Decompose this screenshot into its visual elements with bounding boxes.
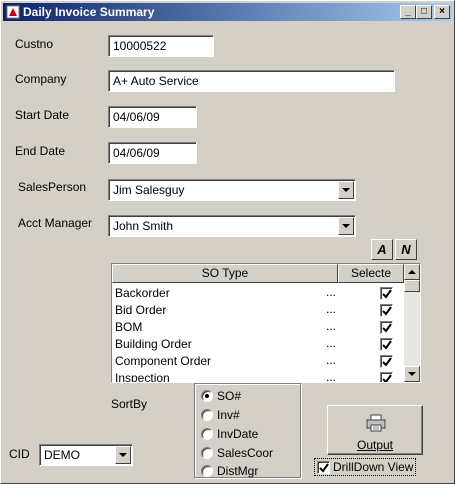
ellipsis-button[interactable]: ... [326, 285, 336, 299]
table-row[interactable]: Component Order ... [113, 353, 405, 370]
so-type-name: Backorder [115, 286, 170, 300]
ellipsis-button[interactable]: ... [326, 319, 336, 333]
so-type-name: Component Order [115, 354, 212, 368]
sortby-option-label: InvDate [217, 427, 259, 441]
so-type-name: Inspection [115, 371, 170, 383]
cid-select[interactable]: DEMO [39, 444, 133, 466]
sortby-option-label: SO# [217, 389, 242, 403]
radio-button[interactable] [201, 428, 213, 440]
scroll-down-button[interactable] [404, 366, 420, 382]
end-date-field[interactable]: 04/06/09 [108, 142, 197, 164]
company-value: A+ Auto Service [113, 74, 199, 88]
custno-field[interactable]: 10000522 [108, 35, 214, 57]
acct-manager-value: John Smith [113, 219, 174, 233]
custno-label: Custno [15, 37, 54, 51]
chevron-down-icon [119, 453, 127, 457]
so-type-name: Building Order [115, 337, 192, 351]
grid-scrollbar[interactable] [404, 264, 420, 382]
ellipsis-button[interactable]: ... [326, 353, 336, 367]
start-date-value: 04/06/09 [113, 110, 160, 124]
sortby-label: SortBy [111, 397, 148, 411]
drilldown-view-label: DrillDown View [333, 460, 414, 474]
column-header-selected[interactable]: Selecte [338, 264, 404, 283]
end-date-label: End Date [15, 144, 66, 158]
scroll-thumb[interactable] [404, 280, 420, 292]
radio-button[interactable] [201, 409, 213, 421]
select-all-button[interactable]: A [371, 239, 393, 260]
maximize-button[interactable]: □ [416, 5, 432, 19]
cid-dropdown-button[interactable] [115, 446, 131, 464]
checkmark-icon [382, 306, 392, 316]
output-button-label: Output [356, 438, 394, 452]
table-row[interactable]: Bid Order ... [113, 302, 405, 319]
table-row[interactable]: Inspection ... [113, 370, 405, 383]
so-type-grid[interactable]: SO Type Selecte Backorder ... Bid Order … [111, 263, 421, 383]
daily-invoice-summary-window: Daily Invoice Summary _ □ × Custno 10000… [0, 0, 455, 484]
title-bar[interactable]: Daily Invoice Summary _ □ × [3, 3, 452, 21]
chevron-down-icon [342, 188, 350, 192]
salesperson-dropdown-button[interactable] [338, 181, 354, 199]
table-row[interactable]: Building Order ... [113, 336, 405, 353]
checkmark-icon [382, 323, 392, 333]
output-button[interactable]: Output [327, 405, 423, 455]
acct-manager-select[interactable]: John Smith [108, 215, 356, 237]
printer-icon [366, 414, 386, 435]
checkmark-icon [382, 289, 392, 299]
ellipsis-button[interactable]: ... [326, 302, 336, 316]
checkmark-icon [382, 340, 392, 350]
radio-button[interactable] [201, 465, 213, 477]
window-title: Daily Invoice Summary [23, 5, 155, 19]
radio-button-selected[interactable] [201, 390, 213, 402]
radio-button[interactable] [201, 447, 213, 459]
acct-manager-dropdown-button[interactable] [338, 217, 354, 235]
cid-value: DEMO [44, 448, 80, 462]
select-none-button[interactable]: N [395, 239, 417, 260]
table-row[interactable]: BOM ... [113, 319, 405, 336]
sortby-option-label: SalesCoor [217, 446, 274, 460]
checkbox[interactable] [317, 461, 330, 474]
selected-checkbox[interactable] [380, 321, 393, 334]
selected-checkbox[interactable] [380, 304, 393, 317]
chevron-down-icon [342, 224, 350, 228]
sortby-option-label: Inv# [217, 408, 240, 422]
salesperson-label: SalesPerson [18, 180, 87, 194]
company-label: Company [15, 72, 67, 86]
cid-label: CID [9, 447, 30, 461]
ellipsis-button[interactable]: ... [326, 370, 336, 382]
checkmark-icon [382, 357, 392, 367]
column-header-so-type[interactable]: SO Type [112, 264, 338, 283]
selected-checkbox[interactable] [380, 287, 393, 300]
checkmark-icon [382, 374, 392, 382]
so-type-name: BOM [115, 320, 143, 334]
salesperson-value: Jim Salesguy [113, 183, 185, 197]
sortby-radio-group: SO# Inv# InvDate SalesCoor DistMgr [194, 383, 302, 479]
end-date-value: 04/06/09 [113, 146, 160, 160]
start-date-field[interactable]: 04/06/09 [108, 106, 197, 128]
so-type-name: Bid Order [115, 303, 167, 317]
drilldown-view-checkbox[interactable]: DrillDown View [314, 458, 416, 476]
minimize-button[interactable]: _ [400, 5, 416, 19]
company-field[interactable]: A+ Auto Service [108, 70, 395, 92]
selected-checkbox[interactable] [380, 372, 393, 382]
custno-value: 10000522 [113, 39, 167, 53]
sortby-option-label: DistMgr [217, 464, 259, 478]
selected-checkbox[interactable] [380, 338, 393, 351]
ellipsis-button[interactable]: ... [326, 336, 336, 350]
acct-manager-label: Acct Manager [18, 216, 93, 230]
scroll-up-button[interactable] [404, 264, 420, 280]
selected-checkbox[interactable] [380, 355, 393, 368]
salesperson-select[interactable]: Jim Salesguy [108, 179, 356, 201]
table-row[interactable]: Backorder ... [113, 285, 405, 302]
close-button[interactable]: × [434, 5, 450, 19]
checkmark-icon [319, 463, 329, 473]
arrow-up-icon [408, 270, 416, 274]
arrow-down-icon [408, 372, 416, 376]
start-date-label: Start Date [15, 108, 70, 122]
app-icon [6, 5, 20, 19]
